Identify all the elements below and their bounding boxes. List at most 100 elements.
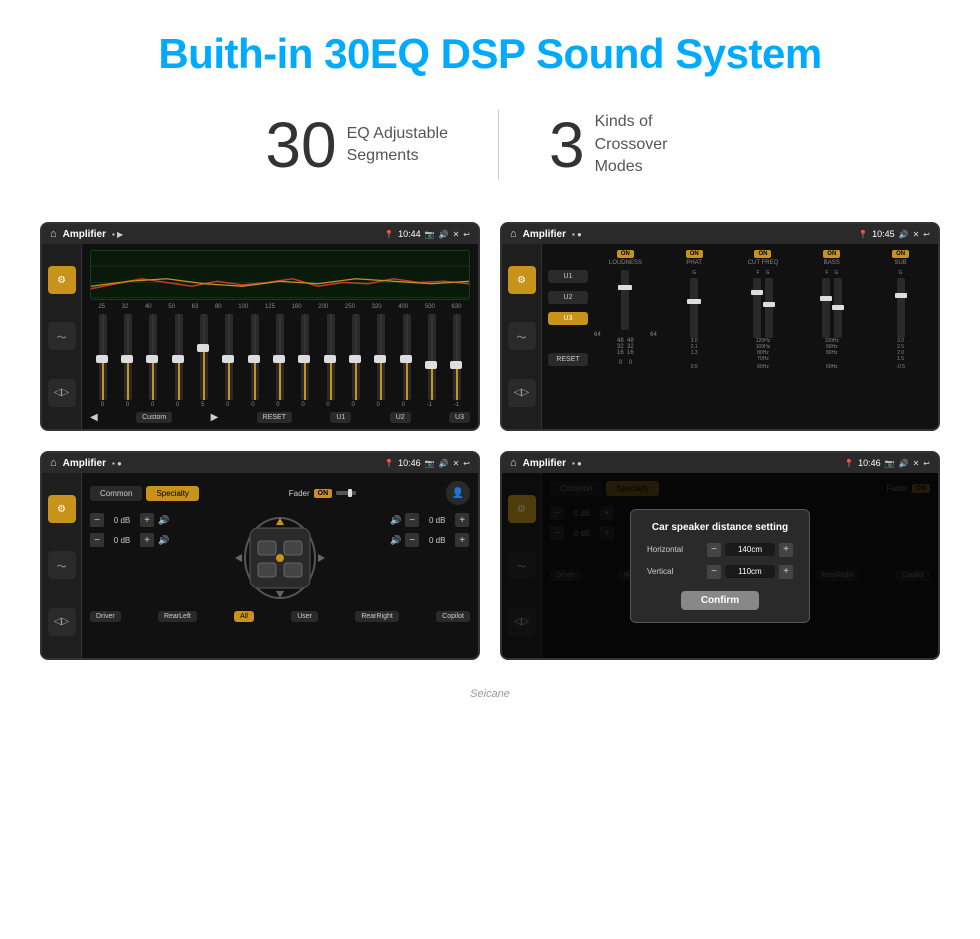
eq-btn-2[interactable]: ⚙ [508, 266, 536, 294]
vertical-plus[interactable]: + [779, 565, 793, 579]
bottom-btns: Driver RearLeft All User RearRight Copil… [90, 611, 470, 622]
dialog-box: Car speaker distance setting Horizontal … [630, 509, 810, 623]
eq-bottom-bar: ◀ Custom ▶ RESET U1 U2 U3 [90, 408, 470, 423]
eq-slider-11[interactable] [377, 314, 385, 400]
channel-cutfreq: ON CUT FREQ FG 1 [732, 250, 795, 370]
plus-btn-2[interactable]: + [140, 533, 154, 547]
back-icon-2: ↩ [923, 230, 930, 239]
eq-btn-3[interactable]: ⚙ [48, 495, 76, 523]
wave-btn-3[interactable]: 〜 [48, 551, 76, 579]
screen-specialty: ⌂ Amplifier ▪ ● 📍 10:46 📷 🔊 ✕ ↩ ⚙ 〜 ◁▷ [40, 451, 480, 660]
fader-on-btn[interactable]: ON [314, 489, 333, 498]
dialog-row-vertical: Vertical − 110cm + [647, 565, 793, 579]
eq-slider-4[interactable] [200, 314, 208, 400]
time-3: 10:46 [398, 458, 421, 468]
cutfreq-on[interactable]: ON [754, 250, 771, 258]
minus-btn-2[interactable]: − [90, 533, 104, 547]
screen-eq: ⌂ Amplifier ▪ ▶ 📍 10:44 📷 🔊 ✕ ↩ ⚙ 〜 ◁▷ [40, 222, 480, 431]
u1-btn-1[interactable]: U1 [330, 412, 351, 423]
specialty-tab[interactable]: Specialty [146, 486, 198, 501]
eq-slider-0[interactable] [99, 314, 107, 400]
eq-slider-7[interactable] [276, 314, 284, 400]
camera-icon-3: 📷 [425, 459, 435, 468]
stat-eq-text: EQ Adjustable Segments [347, 123, 448, 168]
eq-slider-14[interactable] [453, 314, 461, 400]
eq-slider-13[interactable] [428, 314, 436, 400]
eq-slider-1[interactable] [124, 314, 132, 400]
back-icon-4: ↩ [923, 459, 930, 468]
phat-on[interactable]: ON [686, 250, 703, 258]
location-icon-1: 📍 [384, 230, 394, 239]
wave-btn-2[interactable]: 〜 [508, 322, 536, 350]
sub-on[interactable]: ON [892, 250, 909, 258]
eq-slider-5[interactable] [225, 314, 233, 400]
u2-btn-1[interactable]: U2 [390, 412, 411, 423]
val-1: 0 dB [108, 515, 136, 526]
eq-slider-8[interactable] [301, 314, 309, 400]
minus-btn-3[interactable]: − [405, 513, 419, 527]
channel-loudness: ON LOUDNESS 6464 48 48 32 32 16 16 [594, 250, 657, 366]
user-btn[interactable]: User [291, 611, 318, 622]
crossover-content: U1 U2 U3 RESET ON LOUDNESS [542, 244, 938, 429]
u3-btn-1[interactable]: U3 [449, 412, 470, 423]
loudness-on[interactable]: ON [617, 250, 634, 258]
vertical-minus[interactable]: − [707, 565, 721, 579]
val-3: 0 dB [423, 515, 451, 526]
eq-slider-6[interactable] [251, 314, 259, 400]
eq-slider-2[interactable] [149, 314, 157, 400]
speaker-fl-icon: 🔊 [158, 515, 169, 526]
driver-btn[interactable]: Driver [90, 611, 121, 622]
common-tab[interactable]: Common [90, 486, 142, 501]
eq-btn-1[interactable]: ⚙ [48, 266, 76, 294]
icons-2: ▪ ● [572, 230, 582, 239]
val-2: 0 dB [108, 535, 136, 546]
minus-btn-1[interactable]: − [90, 513, 104, 527]
speaker-rr-icon: 🔊 [390, 535, 401, 546]
eq-graph [90, 250, 470, 300]
next-icon[interactable]: ▶ [211, 412, 219, 423]
plus-btn-4[interactable]: + [455, 533, 469, 547]
preset-u2[interactable]: U2 [548, 291, 588, 304]
status-bar-2: ⌂ Amplifier ▪ ● 📍 10:45 🔊 ✕ ↩ [502, 224, 938, 244]
watermark: Seicane [0, 680, 980, 708]
user-icon[interactable]: 👤 [446, 481, 470, 505]
volume-icon-3: 🔊 [439, 459, 449, 468]
horizontal-plus[interactable]: + [779, 543, 793, 557]
vol-btn-3[interactable]: ◁▷ [48, 608, 76, 636]
stat-eq: 30 EQ Adjustable Segments [215, 108, 498, 182]
eq-slider-10[interactable] [352, 314, 360, 400]
all-btn[interactable]: All [234, 611, 254, 622]
preset-u3[interactable]: U3 [548, 312, 588, 325]
play-icon-1: ▪ ▶ [112, 230, 123, 239]
wave-btn-1[interactable]: 〜 [48, 322, 76, 350]
vol-btn-2[interactable]: ◁▷ [508, 379, 536, 407]
status-bar-4: ⌂ Amplifier ▪ ● 📍 10:46 📷 🔊 ✕ ↩ [502, 453, 938, 473]
loudness-label: LOUDNESS [609, 260, 642, 266]
location-icon-3: 📍 [384, 459, 394, 468]
app-title-2: Amplifier [523, 229, 566, 240]
rearleft-btn[interactable]: RearLeft [158, 611, 197, 622]
plus-btn-3[interactable]: + [455, 513, 469, 527]
minus-btn-4[interactable]: − [405, 533, 419, 547]
preset-u1[interactable]: U1 [548, 270, 588, 283]
eq-slider-12[interactable] [403, 314, 411, 400]
custom-btn[interactable]: Custom [136, 412, 172, 423]
horizontal-label: Horizontal [647, 545, 697, 554]
confirm-button[interactable]: Confirm [681, 591, 759, 610]
bass-on[interactable]: ON [823, 250, 840, 258]
copilot-btn[interactable]: Copilot [436, 611, 470, 622]
prev-icon[interactable]: ◀ [90, 412, 98, 423]
side-panel-3: ⚙ 〜 ◁▷ [42, 473, 82, 658]
eq-slider-9[interactable] [327, 314, 335, 400]
vol-btn-1[interactable]: ◁▷ [48, 379, 76, 407]
eq-slider-3[interactable] [175, 314, 183, 400]
speaker-fr-icon: 🔊 [390, 515, 401, 526]
horizontal-minus[interactable]: − [707, 543, 721, 557]
screen-body-4: ⚙ 〜 ◁▷ Common Specialty Fader ON [502, 473, 938, 658]
rearright-btn[interactable]: RearRight [355, 611, 399, 622]
fader-control: Fader ON [289, 488, 356, 498]
reset-btn-2[interactable]: RESET [548, 353, 588, 366]
reset-btn-1[interactable]: RESET [257, 412, 292, 423]
back-icon-1: ↩ [463, 230, 470, 239]
plus-btn-1[interactable]: + [140, 513, 154, 527]
